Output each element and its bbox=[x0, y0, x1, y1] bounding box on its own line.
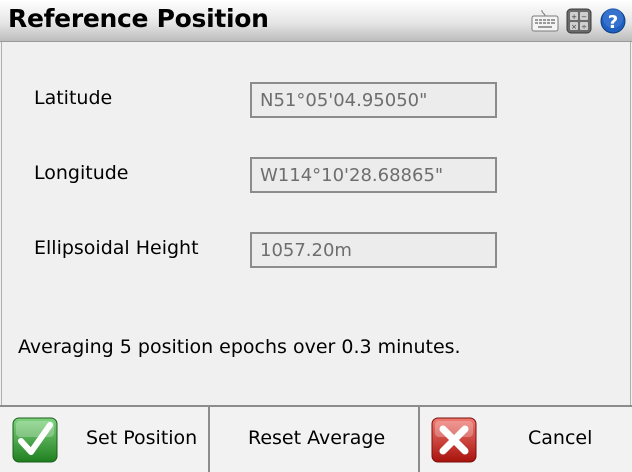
latitude-label: Latitude bbox=[34, 87, 113, 109]
svg-text:+: + bbox=[571, 13, 577, 21]
page-title: Reference Position bbox=[8, 4, 269, 33]
svg-text:÷: ÷ bbox=[581, 23, 587, 31]
averaging-status-text: Averaging 5 position epochs over 0.3 min… bbox=[18, 336, 461, 358]
reset-average-label: Reset Average bbox=[248, 427, 386, 449]
svg-text:−: − bbox=[581, 13, 587, 21]
cancel-label: Cancel bbox=[528, 427, 593, 449]
x-icon bbox=[431, 417, 477, 463]
title-bar: Reference Position + − × ÷ ? bbox=[0, 0, 632, 42]
set-position-button[interactable]: Set Position bbox=[0, 407, 210, 472]
button-bar: Set Position Reset Average Cancel bbox=[0, 405, 632, 472]
svg-text:?: ? bbox=[608, 12, 618, 33]
ellipsoidal-height-field[interactable]: 1057.20m bbox=[250, 232, 497, 268]
longitude-label: Longitude bbox=[34, 162, 129, 184]
help-icon[interactable]: ? bbox=[599, 7, 627, 35]
svg-text:×: × bbox=[571, 23, 577, 31]
checkmark-icon bbox=[12, 417, 58, 463]
latitude-field[interactable]: N51°05'04.95050" bbox=[250, 82, 497, 118]
calculator-icon[interactable]: + − × ÷ bbox=[565, 7, 593, 35]
reset-average-button[interactable]: Reset Average bbox=[210, 407, 420, 472]
keyboard-icon[interactable] bbox=[531, 7, 559, 35]
ellipsoidal-height-label: Ellipsoidal Height bbox=[34, 237, 199, 259]
cancel-button[interactable]: Cancel bbox=[420, 407, 632, 472]
longitude-field[interactable]: W114°10'28.68865" bbox=[250, 157, 497, 193]
set-position-label: Set Position bbox=[86, 427, 198, 449]
